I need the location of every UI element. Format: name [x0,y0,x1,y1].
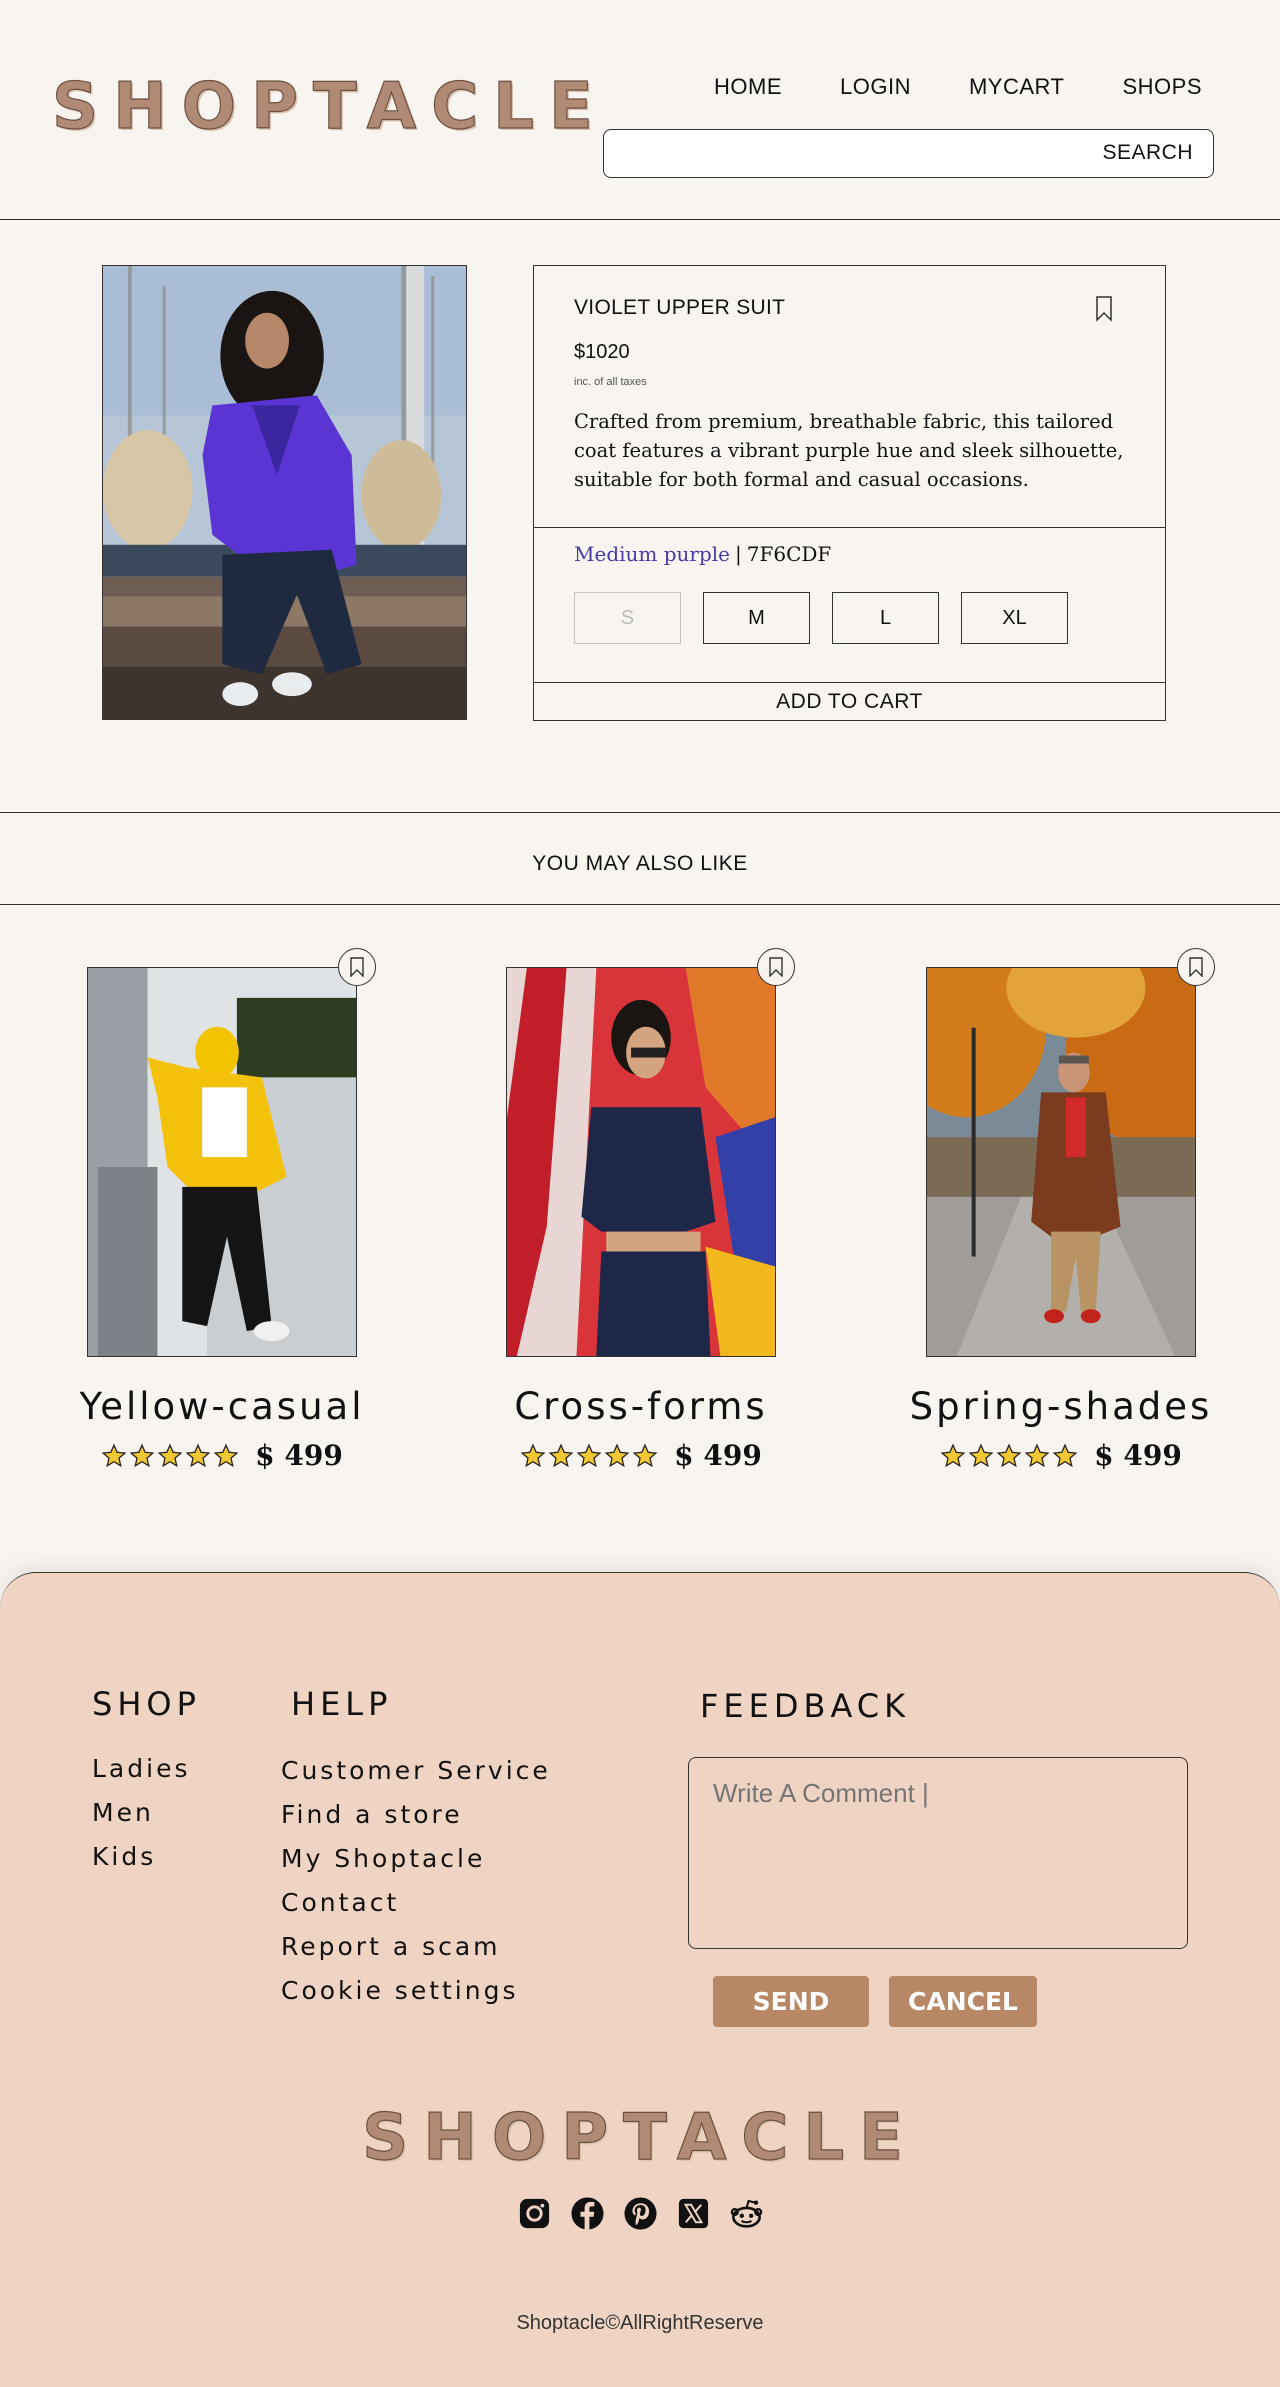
rating: $ 499 [866,1439,1256,1472]
bookmark-button[interactable] [338,948,376,986]
size-s-button[interactable]: S [574,592,681,644]
footer-link-my-shoptacle[interactable]: My Shoptacle [281,1844,551,1888]
product-card[interactable]: Spring-shades $ 499 [910,948,1215,1472]
footer-link-men[interactable]: Men [92,1798,190,1842]
product-photo [507,968,775,1356]
copyright-text: Shoptacle©AllRightReserve [516,2312,764,2334]
search-button[interactable]: SEARCH [1102,141,1193,165]
nav-login[interactable]: LOGIN [840,74,911,100]
add-to-cart-button[interactable]: ADD TO CART [534,684,1165,720]
star-icon [632,1443,658,1467]
feedback-heading: FEEDBACK [700,1687,911,1725]
also-like-heading: YOU MAY ALSO LIKE [532,852,748,875]
footer-link-find-store[interactable]: Find a store [281,1800,551,1844]
footer-link-kids[interactable]: Kids [92,1842,190,1886]
product-card-image[interactable] [926,967,1196,1357]
product-card-image[interactable] [506,967,776,1357]
color-name: Medium purple [574,542,730,566]
star-icon [213,1443,239,1467]
main-nav: HOME LOGIN MYCART SHOPS [656,74,1202,100]
star-icon [185,1443,211,1467]
divider [534,527,1165,528]
product-image [102,265,467,720]
product-card-price: $ 499 [674,1439,762,1472]
shop-links: Ladies Men Kids [92,1754,190,1886]
footer-logo[interactable]: SHOPTACLE [0,2100,1280,2175]
star-icon [101,1443,127,1467]
product-card-price: $ 499 [1094,1439,1182,1472]
size-selector: S M L XL [574,592,1068,644]
site-header: SHOPTACLE HOME LOGIN MYCART SHOPS SEARCH [0,0,1280,220]
social-links [0,2196,1280,2231]
star-icon [940,1443,966,1467]
product-card-name[interactable]: Spring-shades [866,1385,1256,1428]
help-heading: HELP [291,1685,393,1723]
star-icon [996,1443,1022,1467]
footer-link-customer-service[interactable]: Customer Service [281,1756,551,1800]
star-icon [520,1443,546,1467]
bookmark-icon [1189,957,1203,977]
star-icon [548,1443,574,1467]
star-icon [1024,1443,1050,1467]
bookmark-button[interactable] [757,948,795,986]
product-card-name[interactable]: Yellow-casual [27,1385,417,1428]
product-details: VIOLET UPPER SUIT $1020 inc. of all taxe… [533,265,1166,721]
feedback-box [688,1757,1188,1949]
also-like-banner: YOU MAY ALSO LIKE [0,812,1280,905]
color-info: Medium purple | 7F6CDF [574,542,831,566]
footer-link-cookie-settings[interactable]: Cookie settings [281,1976,551,2020]
product-card-price: $ 499 [255,1439,343,1472]
footer-link-ladies[interactable]: Ladies [92,1754,190,1798]
product-description: Crafted from premium, breathable fabric,… [574,410,1124,491]
product-title: VIOLET UPPER SUIT [574,296,786,319]
bookmark-icon [769,957,783,977]
reddit-icon[interactable] [729,2196,764,2231]
nav-mycart[interactable]: MYCART [969,74,1065,100]
size-m-button[interactable]: M [703,592,810,644]
site-logo[interactable]: SHOPTACLE [51,69,608,144]
product-price: $1020 [574,341,630,363]
feedback-input[interactable] [713,1778,1163,1928]
product-card[interactable]: Cross-forms $ 499 [506,948,795,1472]
size-l-button[interactable]: L [832,592,939,644]
nav-home[interactable]: HOME [714,74,782,100]
search-bar: SEARCH [603,129,1214,178]
color-code: 7F6CDF [746,542,832,566]
footer-link-report-scam[interactable]: Report a scam [281,1932,551,1976]
x-icon[interactable] [676,2196,711,2231]
product-photo [88,968,356,1356]
footer-link-contact[interactable]: Contact [281,1888,551,1932]
send-button[interactable]: SEND [713,1976,869,2027]
pinterest-icon[interactable] [623,2196,658,2231]
star-icon [157,1443,183,1467]
product-photo [103,266,466,719]
star-icon [968,1443,994,1467]
search-input[interactable] [618,138,1088,168]
site-footer: SHOP Ladies Men Kids HELP Customer Servi… [0,1572,1280,2387]
star-icon [129,1443,155,1467]
product-card-name[interactable]: Cross-forms [446,1385,836,1428]
product-card[interactable]: Yellow-casual $ 499 [80,948,376,1472]
product-photo [927,968,1195,1356]
facebook-icon[interactable] [570,2196,605,2231]
size-xl-button[interactable]: XL [961,592,1068,644]
instagram-icon[interactable] [517,2196,552,2231]
rating: $ 499 [446,1439,836,1472]
bookmark-icon[interactable] [1095,296,1113,322]
cancel-button[interactable]: CANCEL [889,1976,1037,2027]
rating: $ 499 [27,1439,417,1472]
bookmark-icon [350,957,364,977]
star-icon [604,1443,630,1467]
bookmark-button[interactable] [1177,948,1215,986]
nav-shops[interactable]: SHOPS [1122,74,1202,100]
product-card-image[interactable] [87,967,357,1357]
help-links: Customer Service Find a store My Shoptac… [281,1756,551,2020]
shop-heading: SHOP [92,1685,201,1723]
star-icon [1052,1443,1078,1467]
divider [534,682,1165,683]
color-separator: | [735,542,742,566]
tax-note: inc. of all taxes [574,376,647,388]
star-icon [576,1443,602,1467]
